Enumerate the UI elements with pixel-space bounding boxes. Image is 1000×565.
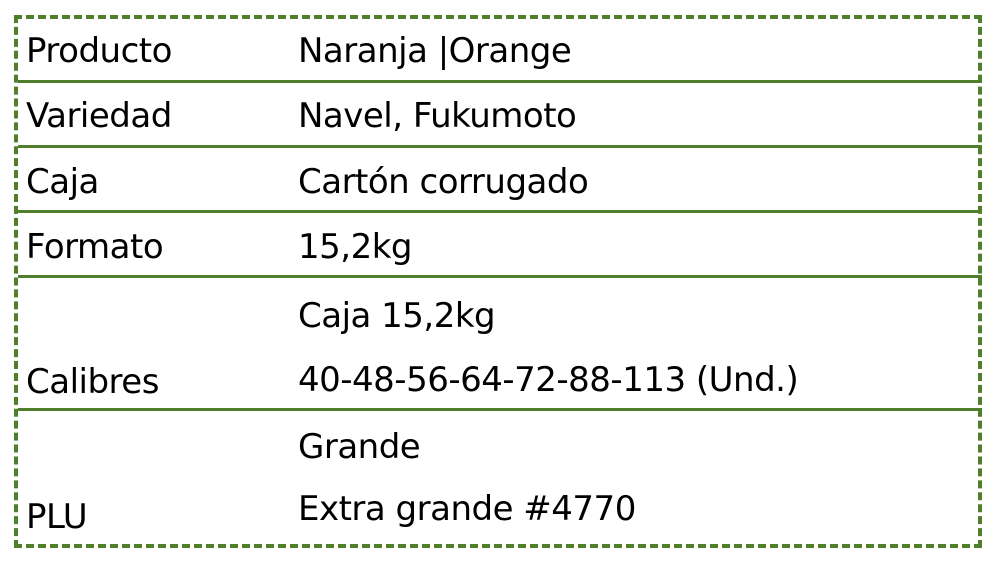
row-label-formato: Formato: [26, 227, 164, 267]
row-value-producto: Naranja |Orange: [298, 31, 572, 71]
row-label-calibres: Calibres: [26, 362, 159, 402]
row-value-calibres-line-1: Caja 15,2kg: [298, 296, 496, 336]
row-label-variedad: Variedad: [26, 96, 172, 136]
table-row-calibres: Calibres Caja 15,2kg 40-48-56-64-72-88-1…: [18, 281, 982, 411]
table-row-formato: Formato 15,2kg: [18, 216, 982, 278]
table-row-producto: Producto Naranja |Orange: [18, 19, 982, 83]
row-value-formato: 15,2kg: [298, 227, 412, 267]
row-value-caja: Cartón corrugado: [298, 162, 589, 202]
table-row-variedad: Variedad Navel, Fukumoto: [18, 86, 982, 148]
row-label-plu: PLU: [26, 497, 88, 537]
row-label-producto: Producto: [26, 31, 172, 71]
row-value-plu-line-2: Extra grande #4770: [298, 489, 636, 529]
row-value-calibres-line-2: 40-48-56-64-72-88-113 (Und.): [298, 360, 799, 400]
table-row-caja: Caja Cartón corrugado: [18, 151, 982, 213]
row-value-variedad: Navel, Fukumoto: [298, 96, 577, 136]
table-row-plu: PLU Grande Extra grande #4770: [18, 414, 982, 544]
row-label-caja: Caja: [26, 162, 99, 202]
row-value-plu-line-1: Grande: [298, 427, 421, 467]
